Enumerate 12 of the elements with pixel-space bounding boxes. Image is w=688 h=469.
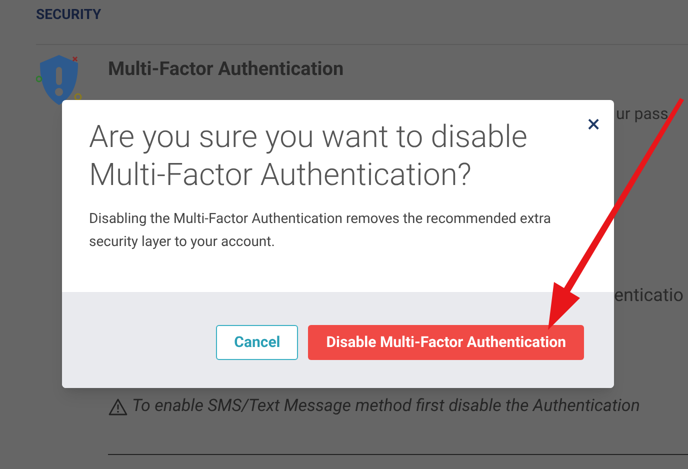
section-heading: SECURITY (36, 6, 102, 24)
description-text: ur pass (616, 103, 668, 125)
warning-text: To enable SMS/Text Message method first disable the Authentication (132, 395, 640, 418)
description-text: enticatio (614, 284, 684, 308)
close-button[interactable]: × (587, 112, 600, 136)
feature-title: Multi-Factor Authentication (108, 56, 344, 82)
warning-icon (108, 398, 128, 416)
dialog-title: Are you sure you want to disable Multi-Factor Authentication? (89, 118, 528, 194)
cancel-button[interactable]: Cancel (216, 324, 298, 360)
dialog-message: Disabling the Multi-Factor Authentication removes the recommended extra security layer to your account. (89, 210, 552, 252)
shield-icon (36, 53, 82, 107)
disable-button[interactable]: Disable Multi-Factor Authentication (308, 324, 584, 360)
